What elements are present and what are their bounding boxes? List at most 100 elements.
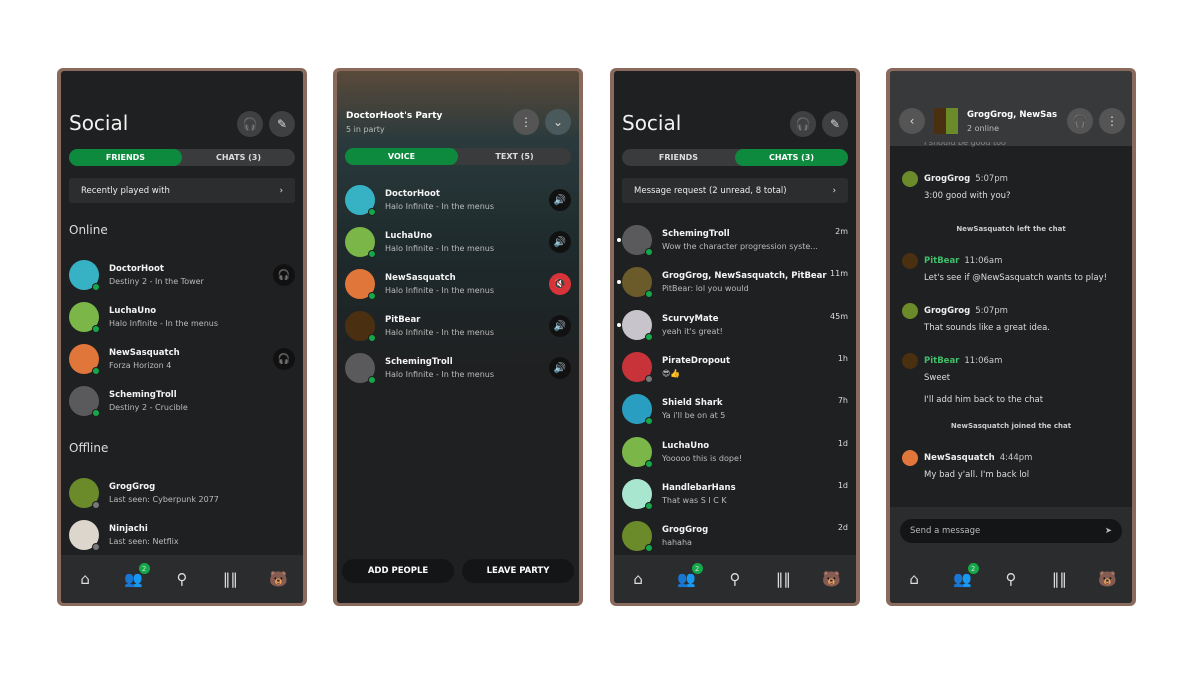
speaker-button[interactable]: 🔊 <box>549 189 571 211</box>
friend-row[interactable]: GrogGrog Last seen: Cyberpunk 2077 <box>69 474 295 512</box>
profile-avatar-nav-button[interactable]: 🐻 <box>820 570 844 588</box>
party-headset-button[interactable]: 🎧 <box>237 111 263 137</box>
friend-row[interactable]: DoctorHoot Destiny 2 - In the Tower 🎧 <box>69 256 295 294</box>
party-headset-button[interactable]: 🎧 <box>790 111 816 137</box>
search-nav-button[interactable]: ⚲ <box>170 570 194 588</box>
friends-nav-button[interactable]: 👥 2 <box>675 563 703 588</box>
online-indicator <box>368 250 376 258</box>
member-status: Halo Infinite - In the menus <box>385 370 495 379</box>
friend-row[interactable]: Ninjachi Last seen: Netflix <box>69 516 295 554</box>
speaker-button[interactable]: 🔊 <box>549 357 571 379</box>
speaker-button[interactable]: 🔊 <box>549 315 571 337</box>
tab-text[interactable]: TEXT (5) <box>458 148 571 165</box>
library-nav-button[interactable]: ‖‖ <box>1047 570 1071 588</box>
chat-row[interactable]: GrogGrog, NewSasquatch, PitBear PitBear: … <box>617 263 848 301</box>
message-input[interactable]: Send a message ➤ <box>900 519 1122 543</box>
friend-row[interactable]: NewSasquatch Forza Horizon 4 🎧 <box>69 340 295 378</box>
collapse-button[interactable]: ⌄ <box>545 109 571 135</box>
speaker-button[interactable]: 🔊 <box>549 231 571 253</box>
system-message: NewSasquatch left the chat <box>956 225 1066 233</box>
search-nav-button[interactable]: ⚲ <box>723 570 747 588</box>
tab-friends[interactable]: FRIENDS <box>622 149 735 166</box>
profile-avatar-icon: 🐻 <box>269 570 289 588</box>
party-title: DoctorHoot's Party <box>346 111 443 121</box>
avatar <box>622 309 653 341</box>
back-button[interactable]: ‹ <box>899 108 925 134</box>
member-text: LuchaUno Halo Infinite - In the menus <box>385 231 549 253</box>
message-time: 5:07pm <box>975 306 1008 316</box>
chat-text: PirateDropout 😎👍 <box>662 356 838 378</box>
more-options-button[interactable]: ⋮ <box>513 109 539 135</box>
party-member-row[interactable]: PitBear Halo Infinite - In the menus 🔊 <box>345 307 571 345</box>
message-header: NewSasquatch 4:44pm <box>902 450 1122 466</box>
chat-row[interactable]: LuchaUno Yooooo this is dope! 1d <box>622 433 848 471</box>
friend-status: Last seen: Netflix <box>109 537 179 546</box>
chat-preview: Yooooo this is dope! <box>662 453 743 463</box>
new-message-button[interactable]: ✎ <box>269 111 295 137</box>
avatar <box>69 302 100 333</box>
sender-avatar <box>902 353 918 369</box>
avatar <box>622 225 653 256</box>
chat-row[interactable]: GrogGrog hahaha 2d <box>622 517 848 555</box>
profile-avatar-nav-button[interactable]: 🐻 <box>1096 570 1120 588</box>
sender-avatar <box>902 450 918 466</box>
muted-speaker-button[interactable]: 🔇 <box>549 273 571 295</box>
message-body: 3:00 good with you? <box>924 191 1011 201</box>
tab-voice[interactable]: VOICE <box>345 148 458 165</box>
chat-row[interactable]: Shield Shark Ya i'll be on at 5 7h <box>622 390 848 428</box>
friend-row[interactable]: LuchaUno Halo Infinite - In the menus <box>69 298 295 336</box>
chat-preview: Wow the character progression syste... <box>662 242 818 251</box>
chat-preview: hahaha <box>662 538 692 548</box>
search-nav-button[interactable]: ⚲ <box>999 570 1023 588</box>
notification-badge: 2 <box>967 563 979 574</box>
leave-party-button[interactable]: LEAVE PARTY <box>462 559 574 583</box>
online-indicator <box>368 334 376 342</box>
party-member-row[interactable]: NewSasquatch Halo Infinite - In the menus… <box>345 265 571 303</box>
message-time: 4:44pm <box>999 453 1033 463</box>
message-request-button[interactable]: Message request (2 unread, 8 total) › <box>622 178 848 203</box>
online-indicator <box>92 367 100 375</box>
chat-row[interactable]: PirateDropout 😎👍 1h <box>622 348 848 386</box>
party-member-row[interactable]: DoctorHoot Halo Infinite - In the menus 🔊 <box>345 181 571 219</box>
avatar <box>345 353 376 384</box>
profile-avatar-nav-button[interactable]: 🐻 <box>267 570 291 588</box>
party-member-row[interactable]: LuchaUno Halo Infinite - In the menus 🔊 <box>345 223 571 261</box>
online-indicator <box>645 248 653 256</box>
home-nav-button[interactable]: ⌂ <box>902 570 926 588</box>
chat-name: Shield Shark <box>662 398 723 409</box>
chat-name: HandlebarHans <box>662 482 736 493</box>
party-member-row[interactable]: SchemingTroll Halo Infinite - In the menu… <box>345 349 571 387</box>
add-people-button[interactable]: ADD PEOPLE <box>342 559 454 583</box>
offline-indicator <box>645 374 653 383</box>
home-nav-button[interactable]: ⌂ <box>73 570 97 588</box>
chat-row[interactable]: SchemingTroll Wow the character progressi… <box>617 221 848 259</box>
chat-time: 45m <box>830 311 848 321</box>
avatar <box>345 227 376 258</box>
friend-text: SchemingTroll Destiny 2 - Crucible <box>109 390 295 412</box>
friend-status: Halo Infinite - In the menus <box>109 319 219 328</box>
library-nav-button[interactable]: ‖‖ <box>218 570 242 588</box>
new-message-button[interactable]: ✎ <box>822 111 848 137</box>
sender-avatar <box>902 303 918 319</box>
more-options-button[interactable]: ⋮ <box>1099 108 1125 134</box>
join-party-button[interactable]: 🎧 <box>273 348 295 370</box>
library-nav-button[interactable]: ‖‖ <box>771 570 795 588</box>
friend-status: Last seen: Cyberpunk 2077 <box>109 495 219 504</box>
chevron-right-icon: › <box>279 185 283 196</box>
notification-badge: 2 <box>691 563 703 574</box>
friends-nav-button[interactable]: 👥 2 <box>122 563 150 588</box>
party-headset-button[interactable]: 🎧 <box>1067 108 1093 134</box>
send-icon[interactable]: ➤ <box>1105 526 1112 536</box>
tab-friends[interactable]: FRIENDS <box>69 149 182 166</box>
avatar <box>345 185 376 216</box>
friends-nav-button[interactable]: 👥 2 <box>951 563 979 588</box>
recently-played-button[interactable]: Recently played with › <box>69 178 295 203</box>
chat-row[interactable]: HandlebarHans That was S I C K 1d <box>622 475 848 513</box>
friend-row[interactable]: SchemingTroll Destiny 2 - Crucible <box>69 382 295 420</box>
page-title: Social <box>69 111 129 135</box>
tab-chats[interactable]: CHATS (3) <box>735 149 848 166</box>
join-party-button[interactable]: 🎧 <box>273 264 295 286</box>
home-nav-button[interactable]: ⌂ <box>626 570 650 588</box>
tab-chats[interactable]: CHATS (3) <box>182 149 295 166</box>
chat-row[interactable]: ScurvyMate yeah it's great! 45m <box>617 306 848 344</box>
